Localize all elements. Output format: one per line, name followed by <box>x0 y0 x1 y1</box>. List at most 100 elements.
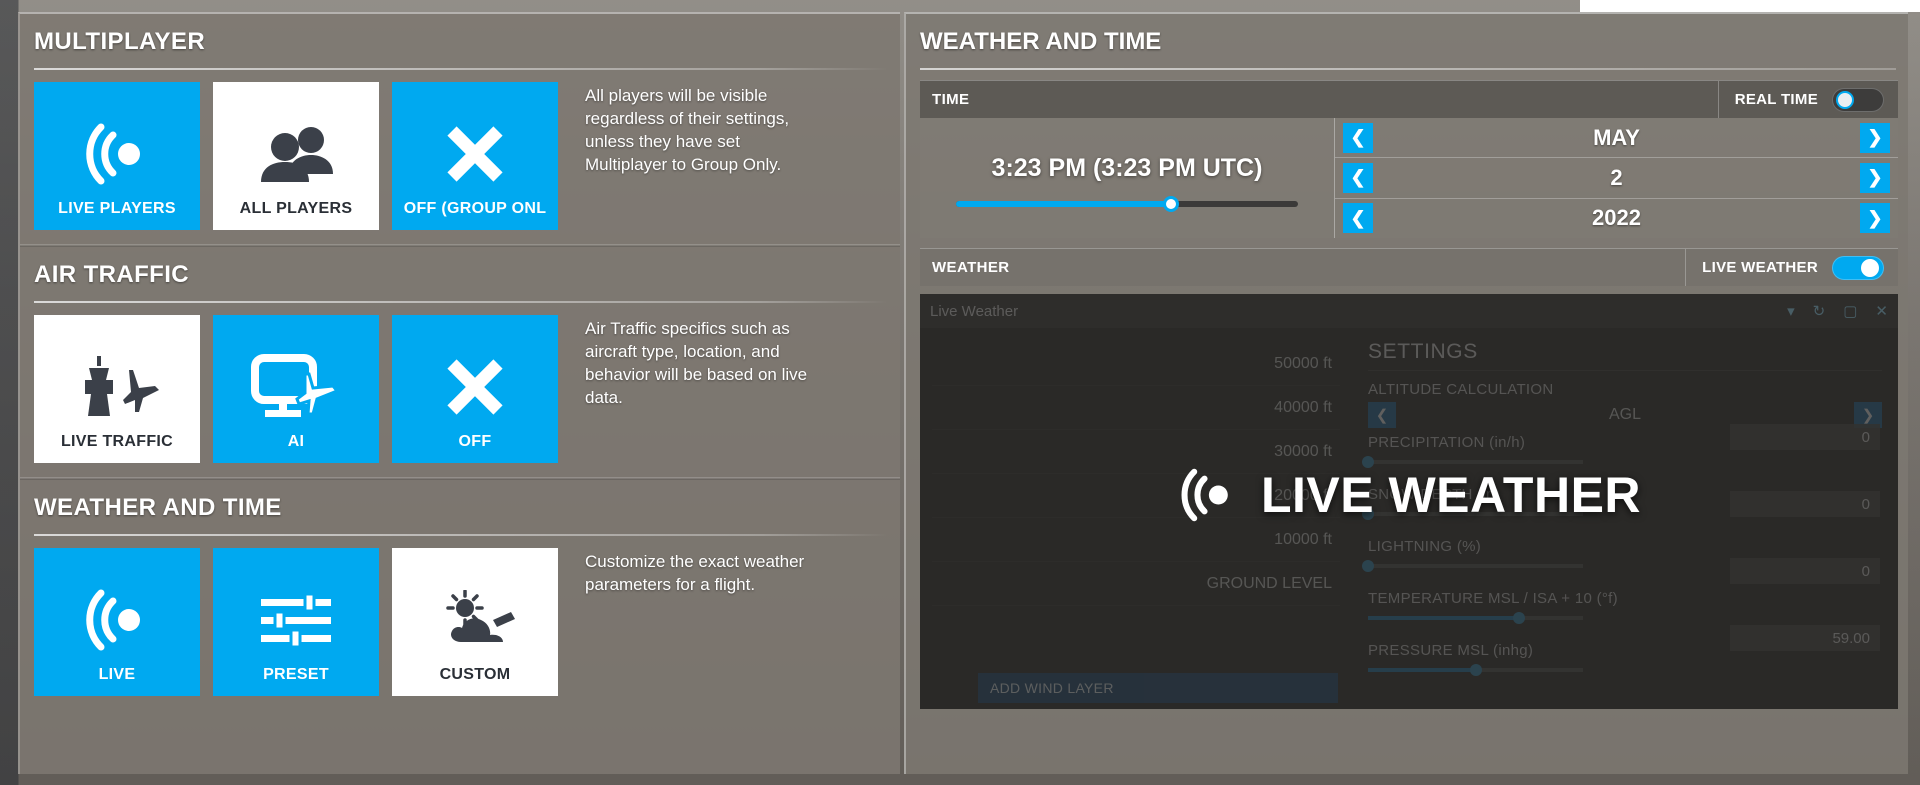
sliders-icon <box>257 574 335 666</box>
snow-depth-slider[interactable] <box>1362 508 1583 520</box>
time-slider-fill <box>956 200 1172 207</box>
option-off-group-only[interactable]: OFF (GROUP ONL <box>392 82 558 230</box>
app-root: MULTIPLAYER LIVE PLAYERS ALL PLAYERS OFF… <box>0 0 1920 785</box>
chevron-down-icon[interactable]: ▾ <box>1787 302 1795 320</box>
refresh-icon[interactable]: ↻ <box>1813 302 1826 320</box>
live-broadcast-icon <box>81 108 153 200</box>
top-white-bar <box>1580 0 1920 12</box>
weather-editor-area: Live Weather ▾ ↻ ▢ ✕ 50000 ft 40000 ft 3… <box>920 294 1898 709</box>
option-live-players[interactable]: LIVE PLAYERS <box>34 82 200 230</box>
setting-value: AGL <box>1608 406 1641 423</box>
slider-thumb[interactable] <box>1362 560 1374 572</box>
time-slider-group: 3:23 PM (3:23 PM UTC) <box>920 118 1335 238</box>
weather-settings-title: SETTINGS <box>1368 340 1882 371</box>
right-panel-title: WEATHER AND TIME <box>920 28 1162 55</box>
month-stepper: ❮ MAY ❯ <box>1335 118 1898 159</box>
option-label: ALL PLAYERS <box>239 200 353 217</box>
weather-editor-body: 50000 ft 40000 ft 30000 ft 20000 ft 1000… <box>920 328 1898 709</box>
section-title-air-traffic: AIR TRAFFIC <box>34 261 190 288</box>
chevron-left-icon[interactable]: ❮ <box>1343 122 1373 153</box>
cross-icon <box>440 108 510 200</box>
weather-settings-column: SETTINGS ALTITUDE CALCULATION ❮ AGL ❯ PR… <box>1350 328 1898 709</box>
setting-precipitation: PRECIPITATION (in/h) 0 <box>1362 424 1882 468</box>
option-label: LIVE TRAFFIC <box>60 433 174 450</box>
slider-thumb[interactable] <box>1362 456 1374 468</box>
air-traffic-description: Air Traffic specifics such as aircraft t… <box>585 319 808 407</box>
time-and-date-block: 3:23 PM (3:23 PM UTC) ❮ MAY ❯ ❮ 2 ❯ ❮ 20… <box>920 118 1898 238</box>
option-label: LIVE PLAYERS <box>58 200 176 217</box>
live-weather-label: LIVE WEATHER <box>1702 259 1818 276</box>
divider <box>920 68 1896 70</box>
option-live-traffic[interactable]: LIVE TRAFFIC <box>34 315 200 463</box>
chevron-left-icon[interactable]: ❮ <box>1343 162 1373 193</box>
section-title-weather-and-time: WEATHER AND TIME <box>34 494 282 521</box>
wind-layers-column: 50000 ft 40000 ft 30000 ft 20000 ft 1000… <box>920 328 1350 709</box>
slider-thumb[interactable] <box>1512 612 1525 624</box>
setting-altitude-calculation: ALTITUDE CALCULATION ❮ AGL ❯ <box>1368 381 1882 428</box>
time-bar-label: TIME <box>932 91 970 108</box>
setting-temperature-msl: TEMPERATURE MSL / ISA + 10 (°f) 59.00 <box>1368 590 1882 651</box>
real-time-control: REAL TIME <box>1717 81 1898 118</box>
live-weather-control: LIVE WEATHER <box>1685 249 1898 286</box>
chevron-left-icon[interactable]: ❮ <box>1368 402 1396 428</box>
altitude-row: GROUND LEVEL <box>932 562 1340 606</box>
altitude-row: 30000 ft <box>932 430 1340 474</box>
cross-icon <box>440 341 510 433</box>
chevron-right-icon[interactable]: ❯ <box>1860 122 1890 153</box>
toggle-knob <box>1836 90 1854 109</box>
slider-thumb[interactable] <box>1469 664 1482 676</box>
multiplayer-options: LIVE PLAYERS ALL PLAYERS OFF (GROUP ONL … <box>20 70 900 230</box>
time-slider-thumb[interactable] <box>1163 195 1180 212</box>
sun-cloud-icon <box>431 574 519 666</box>
weather-bar-label: WEATHER <box>932 259 1010 276</box>
chevron-right-icon[interactable]: ❯ <box>1860 162 1890 193</box>
live-weather-toggle[interactable] <box>1832 255 1884 280</box>
precipitation-value: 0 <box>1730 424 1880 450</box>
weather-preset-bar: Live Weather ▾ ↻ ▢ ✕ <box>920 294 1898 328</box>
year-stepper: ❮ 2022 ❯ <box>1335 199 1898 238</box>
day-stepper: ❮ 2 ❯ <box>1335 158 1898 199</box>
lightning-value: 0 <box>1730 558 1880 584</box>
control-tower-plane-icon <box>69 341 165 433</box>
real-time-label: REAL TIME <box>1734 91 1818 108</box>
weather-time-options: LIVE PRESET CUSTOM Customize the exact w… <box>20 536 900 696</box>
air-traffic-options: LIVE TRAFFIC AI OFF Air Traffic specific… <box>20 303 900 463</box>
section-title-multiplayer: MULTIPLAYER <box>34 28 206 55</box>
setting-snow-depth: SNOW DEPTH (in) 0 <box>1362 486 1882 520</box>
option-label: CUSTOM <box>439 666 511 683</box>
altitude-row: 40000 ft <box>932 386 1340 430</box>
time-slider[interactable] <box>956 195 1298 212</box>
toggle-knob <box>1861 258 1879 277</box>
option-label: OFF <box>458 433 492 450</box>
delete-icon[interactable]: ✕ <box>1875 302 1888 320</box>
section-weather-and-time: WEATHER AND TIME LIVE PRESET CUSTOM Cust… <box>20 480 900 696</box>
option-live-weather[interactable]: LIVE <box>34 548 200 696</box>
right-weather-time-panel: WEATHER AND TIME TIME REAL TIME 3:23 PM … <box>904 12 1908 774</box>
pressure-slider[interactable] <box>1368 664 1583 676</box>
multiplayer-description: All players will be visible regardless o… <box>585 86 790 174</box>
month-value: MAY <box>1593 124 1640 150</box>
save-icon[interactable]: ▢ <box>1843 302 1857 320</box>
real-time-toggle[interactable] <box>1832 87 1884 112</box>
option-preset-weather[interactable]: PRESET <box>213 548 379 696</box>
option-custom-weather[interactable]: CUSTOM <box>392 548 558 696</box>
option-label: LIVE <box>98 666 136 683</box>
chevron-left-icon[interactable]: ❮ <box>1343 203 1373 234</box>
option-traffic-off[interactable]: OFF <box>392 315 558 463</box>
add-wind-layer-button[interactable]: ADD WIND LAYER <box>978 673 1338 703</box>
weather-bar: WEATHER LIVE WEATHER <box>920 248 1898 286</box>
lightning-slider[interactable] <box>1362 560 1583 572</box>
temperature-value: 59.00 <box>1730 625 1880 651</box>
option-all-players[interactable]: ALL PLAYERS <box>213 82 379 230</box>
time-bar: TIME REAL TIME <box>920 80 1898 118</box>
slider-thumb[interactable] <box>1362 508 1374 520</box>
temperature-slider[interactable] <box>1368 612 1583 624</box>
option-label: AI <box>287 433 305 450</box>
snow-depth-value: 0 <box>1730 491 1880 517</box>
year-value: 2022 <box>1592 205 1641 231</box>
option-ai-traffic[interactable]: AI <box>213 315 379 463</box>
altitude-row: 10000 ft <box>932 518 1340 562</box>
chevron-right-icon[interactable]: ❯ <box>1860 203 1890 234</box>
day-value: 2 <box>1610 164 1623 190</box>
precipitation-slider[interactable] <box>1362 456 1583 468</box>
